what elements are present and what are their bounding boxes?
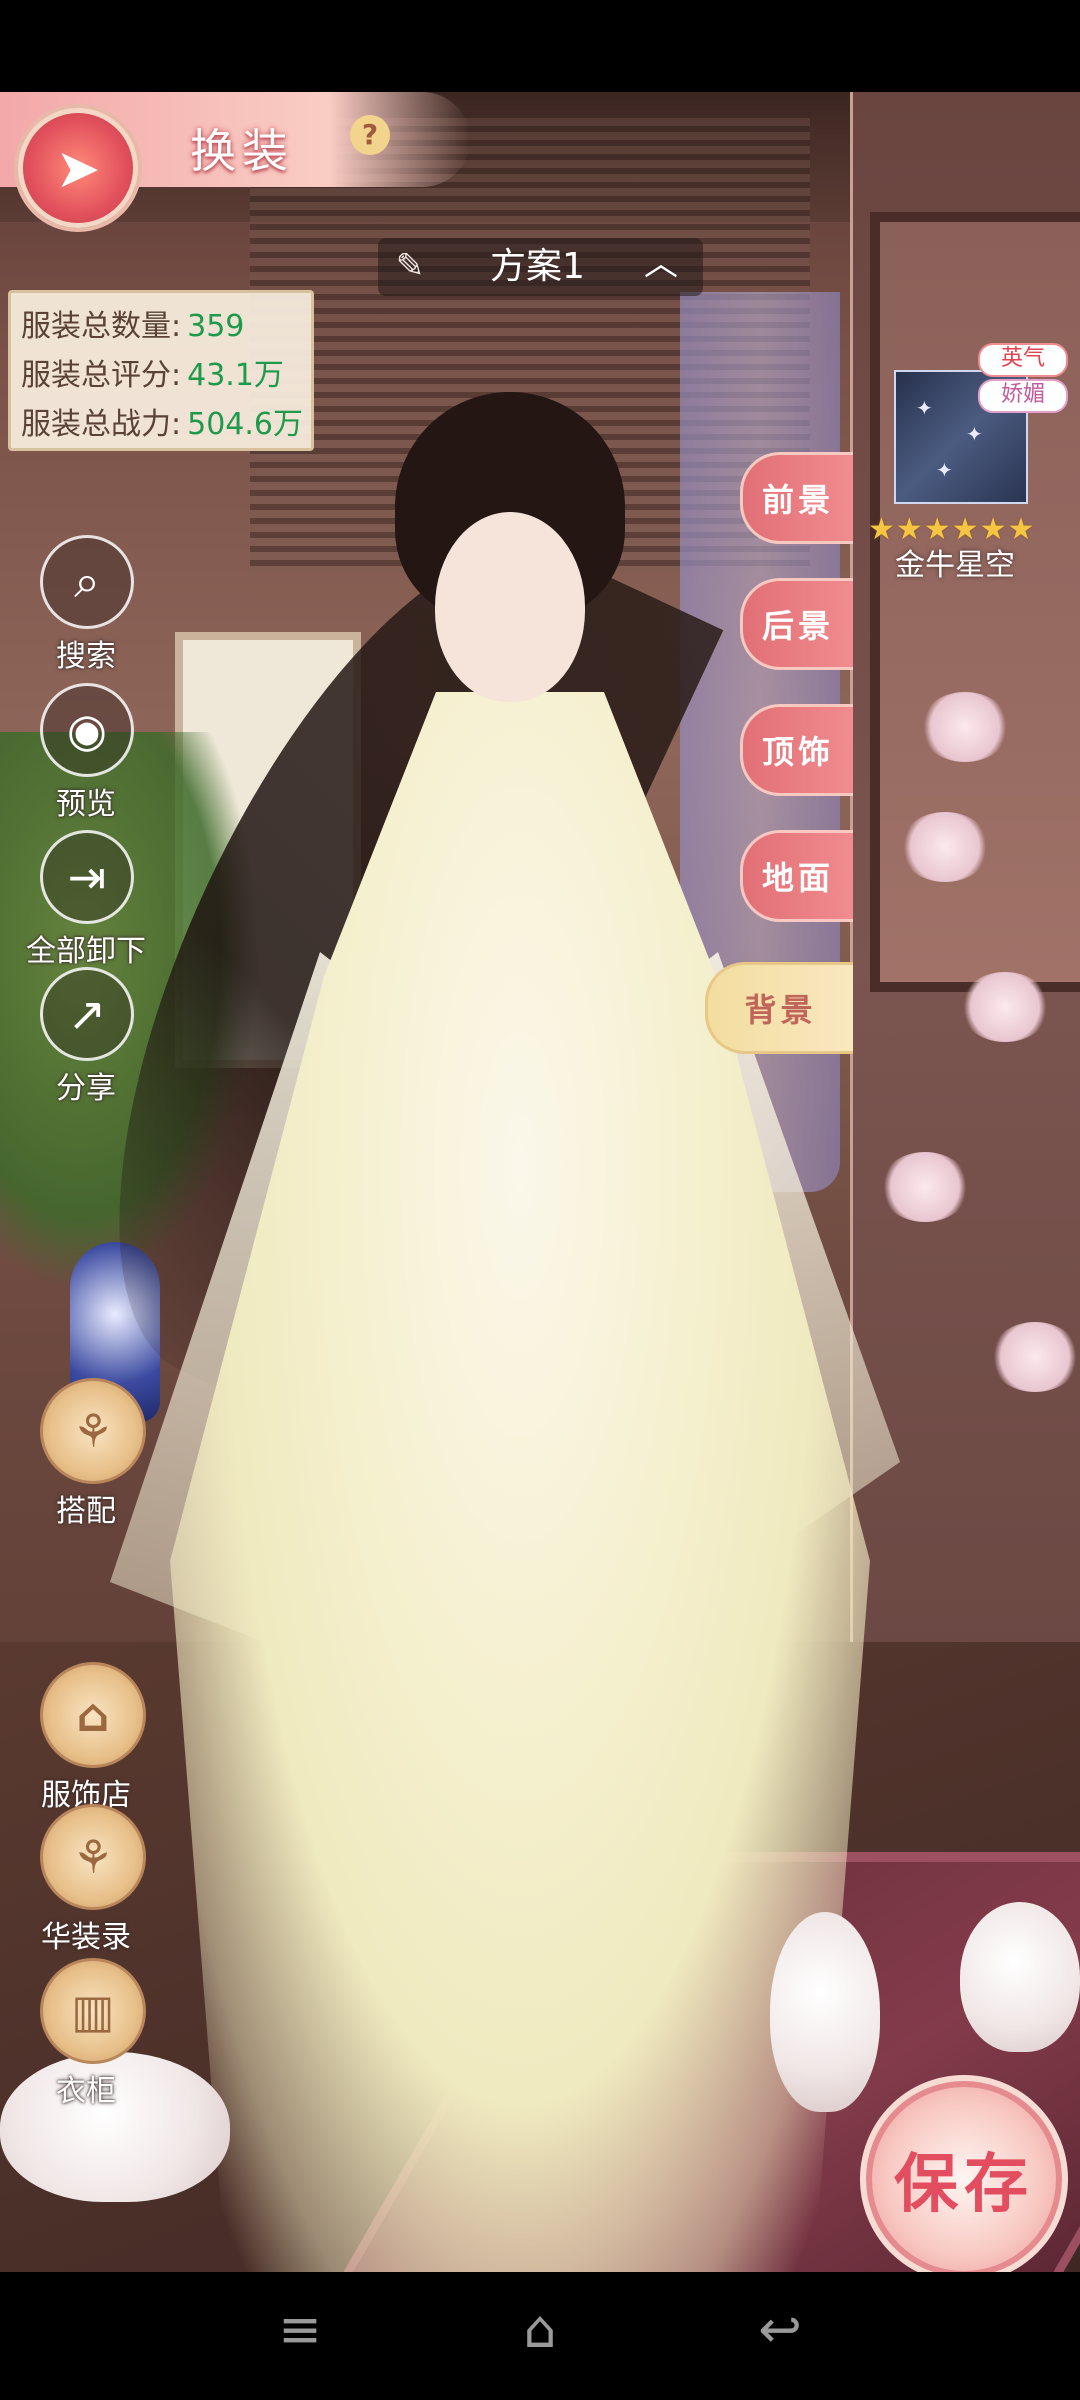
magnolia-blossom [990,1322,1080,1392]
save-button[interactable]: 保存 [860,2075,1068,2283]
help-icon[interactable]: ? [350,115,390,155]
magnolia-blossom [900,812,990,882]
stat-power: 服装总战力: 504.6万 [21,407,303,442]
constellation-star-icon: ✦ [966,422,983,446]
search-icon: ⌕ [40,535,134,629]
shop-icon: ⌂ [40,1662,146,1768]
rabbit [770,1912,880,2112]
style-tag: 娇媚 [978,379,1068,413]
home-icon[interactable]: ⌂ [495,2300,585,2360]
back-icon[interactable]: ↩ [735,2300,825,2360]
wardrobe-button[interactable]: ▥ 衣柜 [40,1958,146,2110]
undress-icon: ⇥ [40,830,134,924]
chevron-up-icon[interactable]: ︿ [636,244,686,284]
stat-count: 服装总数量: 359 [21,309,245,344]
match-button[interactable]: ⚘ 搭配 [40,1378,146,1530]
constellation-star-icon: ✦ [936,458,953,482]
scheme-name[interactable]: 方案1 [490,246,585,288]
magnolia-blossom [920,692,1010,762]
constellation-star-icon: ✦ [916,396,933,420]
search-button[interactable]: ⌕ 搜索 [40,535,134,675]
stat-count-value: 359 [187,309,245,344]
match-icon: ⚘ [40,1378,146,1484]
remove-all-button[interactable]: ⇥ 全部卸下 [26,830,146,970]
status-bar [0,0,1080,92]
stat-score: 服装总评分: 43.1万 [21,358,284,393]
stat-score-value: 43.1万 [187,358,284,393]
magnolia-blossom [880,1152,970,1222]
style-tag: 英气 [978,343,1068,377]
rabbit [960,1902,1080,2052]
wardrobe-icon: ▥ [40,1958,146,2064]
tab-top-ornament[interactable]: 顶饰 [740,704,853,796]
gallery-button[interactable]: ⚘ 华装录 [40,1804,146,1956]
swallow-emblem-icon: ➤ [55,136,101,200]
page-title: 换装 [190,124,294,178]
gallery-icon: ⚘ [40,1804,146,1910]
dressed-character[interactable] [16,392,900,2272]
preview-button[interactable]: ◉ 预览 [40,683,134,823]
menu-icon[interactable]: ≡ [255,2300,345,2360]
tab-ground[interactable]: 地面 [740,830,853,922]
eye-icon: ◉ [40,683,134,777]
magnolia-blossom [960,972,1050,1042]
share-icon: ↗ [40,967,134,1061]
back-button[interactable]: ➤ [18,108,138,228]
share-button[interactable]: ↗ 分享 [40,967,134,1107]
door-frame [870,212,1080,992]
edit-pencil-icon[interactable]: ✎ [390,246,430,286]
tab-background[interactable]: 背景 [705,962,853,1054]
tab-foreground[interactable]: 前景 [740,452,853,544]
stat-power-value: 504.6万 [187,407,303,442]
character-face [435,512,585,702]
tab-rearground[interactable]: 后景 [740,578,853,670]
outfit-stats-panel: 服装总数量: 359 服装总评分: 43.1万 服装总战力: 504.6万 [8,290,314,451]
shop-button[interactable]: ⌂ 服饰店 [40,1662,146,1814]
save-label: 保存 [894,2147,1034,2222]
background-item-name: 金牛星空 [895,548,1015,583]
